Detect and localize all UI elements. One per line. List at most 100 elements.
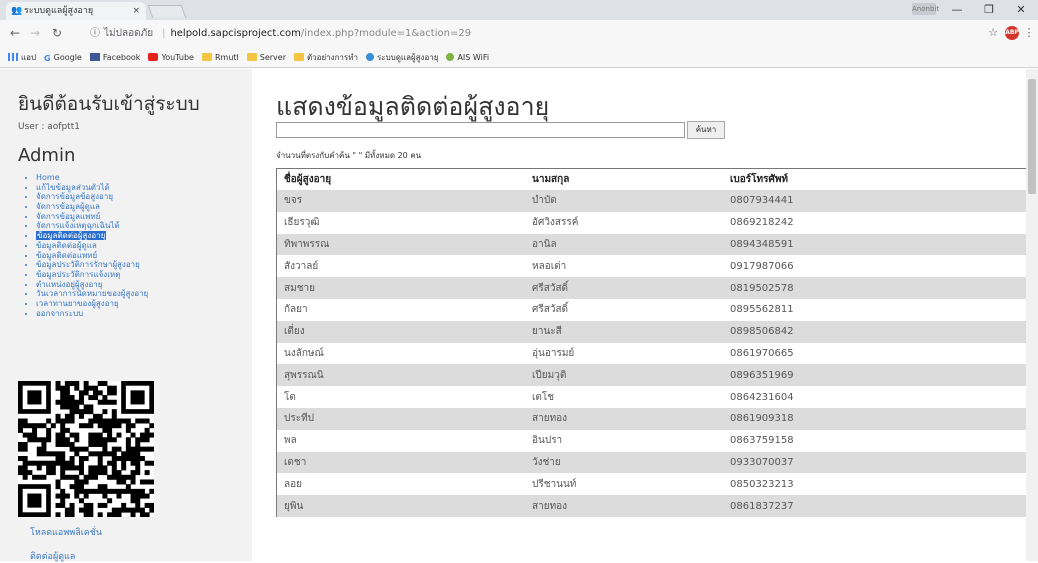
cell-lastname: วังช่าย <box>527 451 727 474</box>
url-path: /index.php?module=1&action=29 <box>300 28 472 39</box>
bookmark-star-icon[interactable]: ☆ <box>986 26 1000 40</box>
reload-icon[interactable]: ↻ <box>48 24 66 42</box>
minimize-icon[interactable]: — <box>942 0 972 20</box>
column-header-firstname: ชื่อผู้สูงอายุ <box>277 169 527 190</box>
menu-kebab-icon[interactable]: ⋮ <box>1022 26 1036 40</box>
profile-badge[interactable]: Anonbit <box>912 3 939 15</box>
sidebar-menu-item[interactable]: ข้อมูลประวัติการรักษาผู้สูงอายุ <box>36 260 148 270</box>
bookmark-item[interactable]: YouTube <box>148 48 194 67</box>
table-row: เธียรวุฒิ อัศวิงสรรค์ 0869218242 <box>277 211 1038 234</box>
bookmark-item[interactable]: ตัวอย่างการทำ <box>293 48 358 67</box>
table-row: สมชาย ศรีสวัสดิ์ 0819502578 <box>277 277 1038 299</box>
sidebar-menu-label: ข้อมูลติดต่อผู้ดูแล <box>36 240 97 250</box>
cell-firstname: เธียรวุฒิ <box>277 211 527 234</box>
table-header-row: ชื่อผู้สูงอายุ นามสกุล เบอร์โทรศัพท์ <box>277 169 1038 190</box>
bookmark-label: Rmutl <box>214 53 239 62</box>
cell-phone: 0898506842 <box>727 320 1038 343</box>
folder-icon <box>201 53 212 61</box>
maximize-icon[interactable]: ❐ <box>974 0 1004 20</box>
sidebar-menu-item[interactable]: เวลาทานยาของผู้สูงอายุ <box>36 299 148 309</box>
table-row: ทิพาพรรณ อานิล 0894348591 <box>277 233 1038 256</box>
folder-icon <box>293 53 304 61</box>
cell-firstname: ขจร <box>277 190 527 212</box>
bookmark-item[interactable]: Facebook <box>89 48 141 67</box>
sidebar-menu: Homeแก้ไขข้อมูลส่วนตัวได้จัดการข้อมูลข้อ… <box>36 173 148 318</box>
bookmark-item[interactable]: ระบบดูแลผู้สูงอายุ <box>365 48 439 67</box>
bookmarks-bar: แอป G Google Facebook YouTube Rmutl Server ตัวอ… <box>0 48 1038 68</box>
cell-firstname: เตี่ยง <box>277 320 527 343</box>
bookmark-item[interactable]: G Google <box>44 48 82 67</box>
new-tab-button[interactable] <box>147 5 187 18</box>
bookmark-label: Facebook <box>102 53 141 62</box>
cell-phone: 0807934441 <box>727 190 1038 212</box>
page-scrollbar[interactable] <box>1026 69 1038 561</box>
cell-phone: 0863759158 <box>727 429 1038 452</box>
sidebar-menu-item[interactable]: แก้ไขข้อมูลส่วนตัวได้ <box>36 183 148 193</box>
cell-lastname: ปรีชานนท์ <box>527 473 727 496</box>
sidebar-menu-item[interactable]: Home <box>36 173 148 183</box>
sidebar-menu-item[interactable]: ออกจากระบบ <box>36 309 148 319</box>
sidebar-menu-item[interactable]: จัดการข้อมูลผู้ดูแล <box>36 202 148 212</box>
table-row: สุพรรณนิ เปียมวุติ 0896351969 <box>277 364 1038 387</box>
sidebar-menu-label: เวลาทานยาของผู้สูงอายุ <box>36 298 119 308</box>
sidebar-menu-item[interactable]: ข้อมูลประวัติการแจ้งเหตุ <box>36 270 148 280</box>
tab-close-icon[interactable]: × <box>132 2 140 20</box>
browser-toolbar: ← → ↻ ⓘ ไม่ปลอดภัย | helpold.sapcisproject.… <box>0 20 1038 48</box>
cell-phone: 0869218242 <box>727 211 1038 234</box>
cell-phone: 0861970665 <box>727 342 1038 365</box>
scrollbar-thumb[interactable] <box>1028 79 1036 194</box>
cell-lastname: เปียมวุติ <box>527 364 727 387</box>
column-header-phone: เบอร์โทรศัพท์ <box>727 169 1038 190</box>
cell-firstname: โต <box>277 386 527 408</box>
bookmark-label: Google <box>53 53 82 62</box>
cell-firstname: ประทีป <box>277 407 527 430</box>
sidebar: ยินดีต้อนรับเข้าสู่ระบบ User : aofptt1 A… <box>0 69 252 562</box>
bookmark-label: AIS WiFi <box>457 53 490 62</box>
cell-lastname: สายทอง <box>527 495 727 517</box>
sidebar-menu-label: ข้อมูลติดต่อผู้สูงอายุ <box>36 231 107 241</box>
table-row: ขจร บำบัด 0807934441 <box>277 190 1038 212</box>
table-row: เดชา วังช่าย 0933070037 <box>277 451 1038 474</box>
address-bar[interactable]: ⓘ ไม่ปลอดภัย | helpold.sapcisproject.com/in… <box>90 25 970 43</box>
back-icon[interactable]: ← <box>6 24 24 42</box>
bookmark-label: ระบบดูแลผู้สูงอายุ <box>376 53 439 62</box>
bookmark-item[interactable]: Server <box>246 48 286 67</box>
sidebar-menu-label: จัดการข้อมูลผู้ดูแล <box>36 202 100 212</box>
sidebar-menu-item[interactable]: จัดการข้อมูลแพทย์ <box>36 212 148 222</box>
user-label: User : aofptt1 <box>18 122 80 132</box>
cell-lastname: อัศวิงสรรค์ <box>527 211 727 234</box>
cell-lastname: หลอเต่า <box>527 255 727 278</box>
sidebar-menu-item[interactable]: จัดการแจ้งเหตุฉุกเฉินได้ <box>36 221 148 231</box>
search-button[interactable]: ค้นหา <box>687 121 725 139</box>
cell-phone: 0819502578 <box>727 277 1038 299</box>
cell-lastname: ยานะสี <box>527 320 727 343</box>
bookmark-label: แอป <box>21 53 37 62</box>
forward-icon[interactable]: → <box>26 24 44 42</box>
sidebar-menu-item[interactable]: ข้อมูลติดต่อผู้ดูแล <box>36 241 148 251</box>
cell-lastname: อินปรา <box>527 429 727 452</box>
table-row: นงลักษณ์ อุ่นอารมย์ 0861970665 <box>277 342 1038 365</box>
close-window-icon[interactable]: ✕ <box>1006 0 1036 20</box>
bookmark-item[interactable]: Rmutl <box>201 48 239 67</box>
table-row: เตี่ยง ยานะสี 0898506842 <box>277 320 1038 343</box>
sidebar-menu-item[interactable]: ตำแหน่งอยู่ผู้สูงอายุ <box>36 280 148 290</box>
sidebar-menu-item[interactable]: วันเวลาการนัดหมายของผู้สูงอายุ <box>36 289 148 299</box>
sidebar-menu-item[interactable]: จัดการข้อมูลข้อสูงอายุ <box>36 192 148 202</box>
adblock-icon[interactable]: ABP <box>1005 26 1019 40</box>
sidebar-menu-label: ตำแหน่งอยู่ผู้สูงอายุ <box>36 279 103 289</box>
sidebar-menu-label: จัดการข้อมูลข้อสูงอายุ <box>36 192 114 202</box>
table-row: พล อินปรา 0863759158 <box>277 429 1038 452</box>
info-icon[interactable]: ⓘ <box>90 28 100 39</box>
download-app-link[interactable]: โหลดแอพพลิเคชั่น <box>30 525 102 539</box>
bookmark-item[interactable]: AIS WiFi <box>446 48 490 67</box>
cell-lastname: บำบัด <box>527 190 727 212</box>
sidebar-menu-label: ข้อมูลประวัติการแจ้งเหตุ <box>36 269 121 279</box>
sidebar-menu-label: จัดการข้อมูลแพทย์ <box>36 211 101 221</box>
column-header-lastname: นามสกุล <box>527 169 727 190</box>
search-input[interactable] <box>276 122 685 138</box>
bookmark-item[interactable]: แอป <box>8 48 37 67</box>
browser-tab[interactable]: 👥 ระบบดูแลผู้สูงอายุ × <box>6 2 146 20</box>
sidebar-menu-item[interactable]: ข้อมูลติดต่อแพทย์ <box>36 251 148 261</box>
sidebar-menu-item[interactable]: ข้อมูลติดต่อผู้สูงอายุ <box>36 231 148 241</box>
sidebar-menu-label: แก้ไขข้อมูลส่วนตัวได้ <box>36 182 110 192</box>
